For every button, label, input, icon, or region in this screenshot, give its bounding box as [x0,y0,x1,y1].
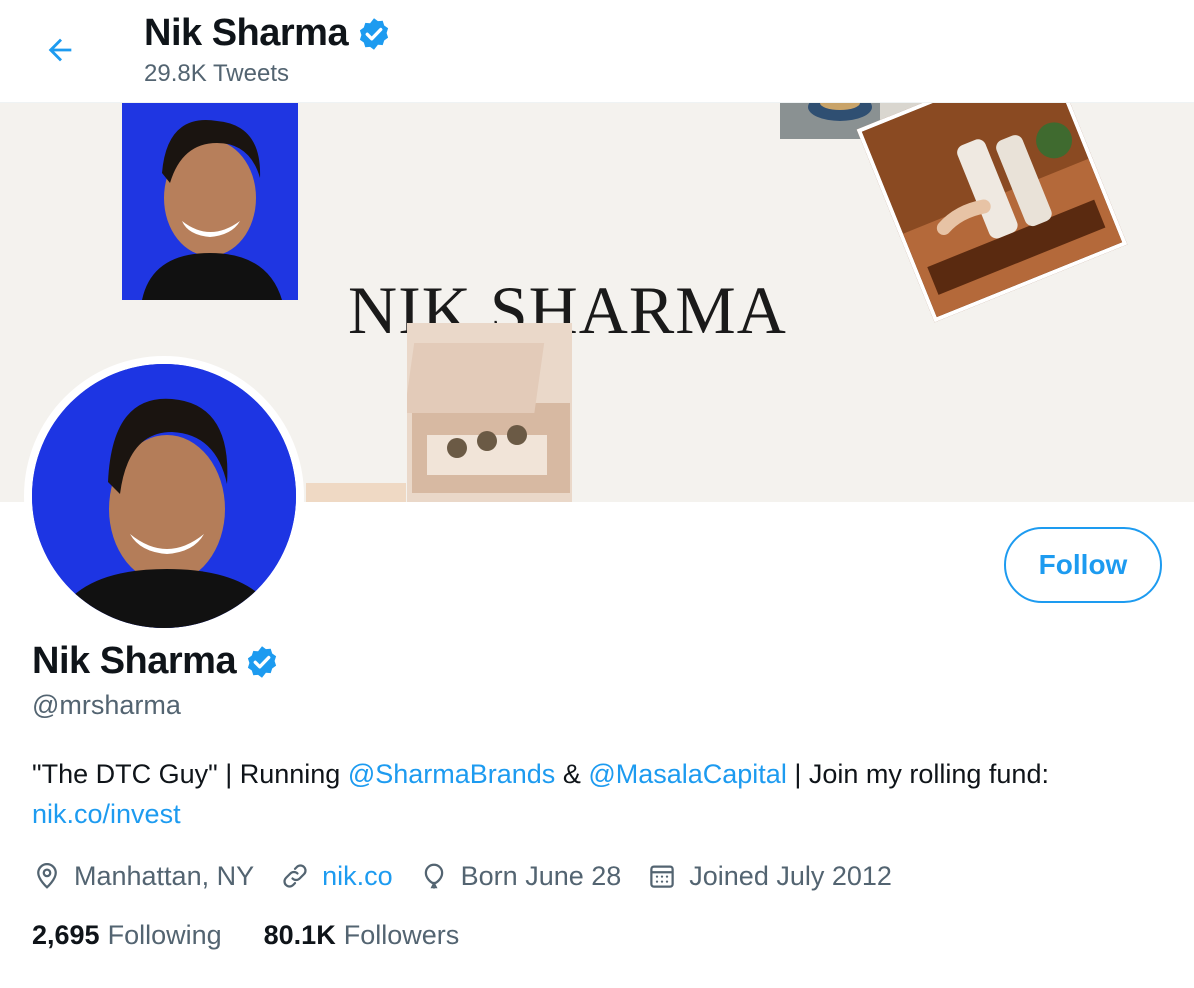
website-item: nik.co [280,861,393,892]
profile-meta: Manhattan, NY nik.co Born June 28 Joined… [32,854,918,898]
bio-text: | Join my rolling fund: [786,759,1049,789]
banner-portrait-photo [122,103,298,300]
header-name: Nik Sharma [144,12,349,54]
banner-product-box-photo [407,323,572,502]
banner-bottle-photo [856,103,1128,323]
following-count: 2,695 [32,920,100,950]
profile-bio: "The DTC Guy" | Running @SharmaBrands & … [32,754,1152,834]
followers-stat[interactable]: 80.1K Followers [264,920,460,951]
mention-masalacapital[interactable]: @MasalaCapital [588,759,787,789]
tweet-count: 29.8K Tweets [144,60,289,87]
profile-header-bar: Nik Sharma 29.8K Tweets [0,0,1194,103]
verified-badge-icon [359,17,389,50]
profile-name: Nik Sharma [32,640,280,683]
follow-button[interactable]: Follow [1004,527,1162,603]
website-link[interactable]: nik.co [322,861,393,892]
joined-text: Joined July 2012 [689,860,892,891]
bio-text: & [555,759,589,789]
following-stat[interactable]: 2,695 Following [32,920,222,951]
banner-decor-strip [306,483,406,502]
joined-item: Joined July 2012 [647,861,892,892]
bio-link[interactable]: nik.co/invest [32,799,181,829]
back-arrow-icon [48,38,72,62]
location-item: Manhattan, NY [32,861,254,892]
link-icon [283,864,307,888]
balloon-icon [424,863,443,889]
followers-count: 80.1K [263,920,336,950]
birthday-text: Born June 28 [460,860,622,891]
profile-name-text: Nik Sharma [32,640,237,682]
back-button[interactable] [38,30,82,70]
avatar-image [32,364,296,628]
mention-sharmabrands[interactable]: @SharmaBrands [348,759,556,789]
following-label: Following [107,920,222,950]
verified-badge-icon [247,645,277,678]
followers-label: Followers [343,920,460,950]
profile-avatar[interactable] [24,356,304,636]
profile-stats: 2,695 Following 80.1K Followers [32,920,501,951]
profile-handle: @mrsharma [32,690,181,720]
bio-text: "The DTC Guy" | Running [32,759,348,789]
header-title: Nik Sharma [144,12,392,55]
location-text: Manhattan, NY [74,860,255,891]
birthday-item: Born June 28 [419,860,622,892]
calendar-icon [650,865,675,888]
location-icon [37,863,57,889]
